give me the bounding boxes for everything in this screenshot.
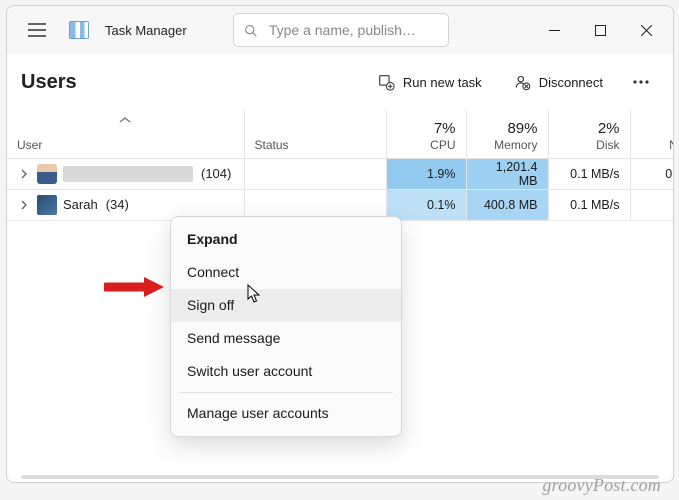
column-header-memory[interactable]: 89% Memory [466,110,548,158]
network-cell: 0 M [630,189,673,220]
user-name-redacted [63,166,193,182]
search-input[interactable] [267,21,438,39]
ctx-switch-user[interactable]: Switch user account [171,355,401,388]
expand-toggle[interactable] [17,198,31,212]
network-cell: 0.1 M [630,158,673,189]
avatar [37,195,57,215]
process-count: (34) [106,197,129,212]
users-table: User Status 7% CPU 89% Memory 2% Disk [7,110,673,221]
more-button[interactable] [623,65,659,99]
ctx-connect[interactable]: Connect [171,256,401,289]
cpu-cell: 1.9% [386,158,466,189]
expand-toggle[interactable] [17,167,31,181]
disconnect-icon [514,74,531,91]
disconnect-label: Disconnect [539,75,603,90]
app-title: Task Manager [105,23,187,38]
disk-cell: 0.1 MB/s [548,189,630,220]
disk-cell: 0.1 MB/s [548,158,630,189]
column-header-disk[interactable]: 2% Disk [548,110,630,158]
process-count: (104) [201,166,231,181]
user-name: Sarah [63,197,98,212]
ctx-send-message[interactable]: Send message [171,322,401,355]
toolbar: Users Run new task Disconnect [7,54,673,110]
context-menu: Expand Connect Sign off Send message Swi… [170,216,402,437]
ctx-expand[interactable]: Expand [171,223,401,256]
separator [179,392,393,393]
maximize-button[interactable] [577,14,623,46]
chevron-up-icon [119,113,131,127]
column-header-network[interactable]: Netw [630,110,673,158]
column-header-user[interactable]: User [7,110,244,158]
table-row[interactable]: (104) 1.9% 1,201.4 MB 0.1 MB/s 0.1 M [7,158,673,189]
window-buttons [531,14,669,46]
app-icon [67,18,91,42]
close-button[interactable] [623,14,669,46]
search-box[interactable] [233,13,449,47]
status-cell [244,158,386,189]
search-icon [244,23,257,38]
avatar [37,164,57,184]
titlebar: Task Manager [7,6,673,54]
run-task-icon [378,74,395,91]
run-new-task-button[interactable]: Run new task [366,65,494,99]
more-icon [633,80,649,84]
ctx-sign-off[interactable]: Sign off [171,289,401,322]
ctx-manage-users[interactable]: Manage user accounts [171,397,401,430]
memory-cell: 1,201.4 MB [466,158,548,189]
memory-cell: 400.8 MB [466,189,548,220]
disconnect-button[interactable]: Disconnect [502,65,615,99]
page-title: Users [21,71,77,94]
column-header-status[interactable]: Status [244,110,386,158]
minimize-button[interactable] [531,14,577,46]
column-header-cpu[interactable]: 7% CPU [386,110,466,158]
watermark: groovyPost.com [542,475,661,496]
menu-button[interactable] [19,12,55,48]
run-new-task-label: Run new task [403,75,482,90]
cpu-cell: 0.1% [386,189,466,220]
